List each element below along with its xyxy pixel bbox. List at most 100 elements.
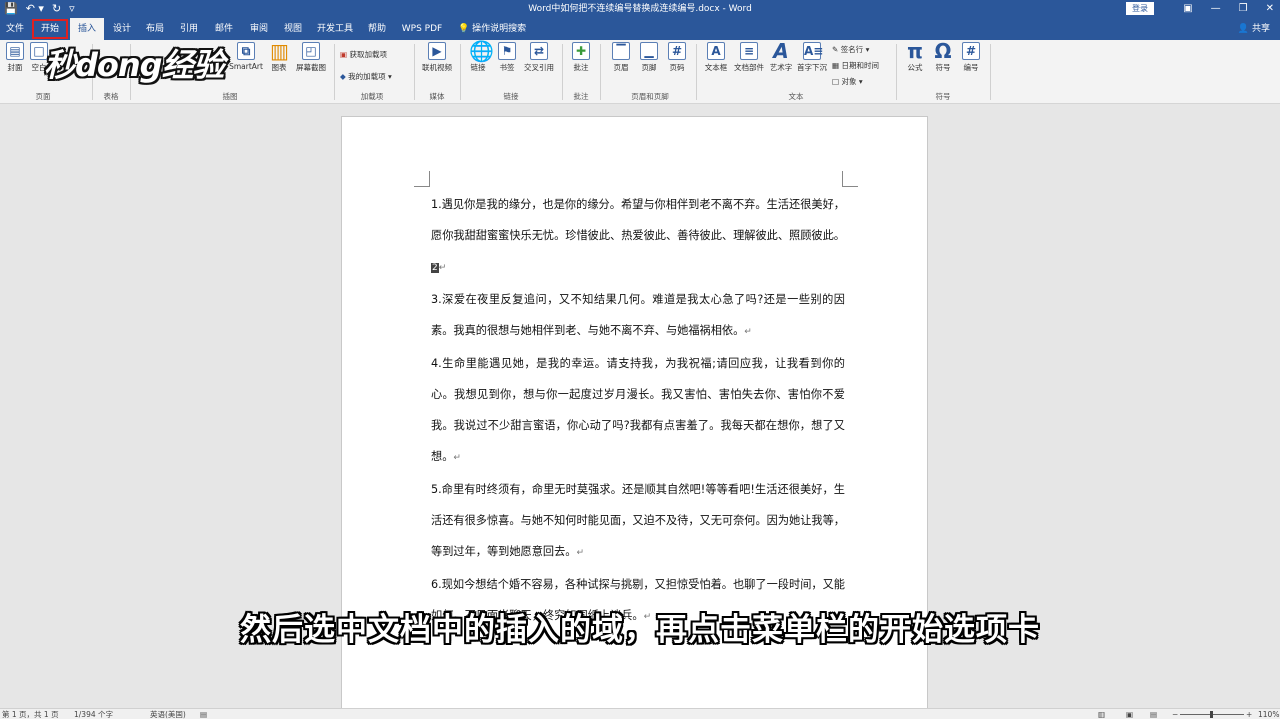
quick-parts-button[interactable]: ≡ 文档部件 — [732, 42, 766, 73]
tab-references[interactable]: 引用 — [174, 18, 204, 40]
tab-layout[interactable]: 布局 — [140, 18, 170, 40]
login-button[interactable]: 登录 — [1126, 2, 1154, 15]
date-time-label: 日期和时间 — [841, 61, 879, 70]
date-time-button[interactable]: ▦ 日期和时间 — [832, 60, 879, 71]
header-label: 页眉 — [613, 63, 629, 72]
language[interactable]: 英语(美国) — [150, 709, 186, 719]
my-addins-button[interactable]: ◆ 我的加载项 ▾ — [340, 71, 392, 82]
cover-page-button[interactable]: ▤ 封面 — [4, 42, 26, 73]
cover-label: 封面 — [7, 63, 23, 72]
paragraph[interactable]: 1.遇见你是我的缘分，也是你的缘分。希望与你相伴到老不离不弃。生活还很美好，愿你… — [431, 189, 845, 284]
screenshot-button[interactable]: ◰ 屏幕截图 — [292, 42, 330, 73]
header-button[interactable]: ▔ 页眉 — [608, 42, 634, 73]
textbox-icon: A — [707, 42, 725, 60]
document-body[interactable]: 1.遇见你是我的缘分，也是你的缘分。希望与你相伴到老不离不弃。生活还很美好，愿你… — [431, 189, 845, 633]
zoom-level[interactable]: 110% — [1258, 709, 1279, 719]
word-count[interactable]: 1/394 个字 — [74, 709, 113, 719]
selected-field[interactable]: 2 — [431, 263, 439, 273]
macro-icon[interactable]: ▤ — [200, 709, 207, 719]
page-number-button[interactable]: # 页码 — [664, 42, 690, 73]
footer-button[interactable]: ▁ 页脚 — [636, 42, 662, 73]
globe-link-icon: 🌐 — [469, 39, 494, 63]
number-icon: # — [962, 42, 980, 60]
smartart-button[interactable]: ⧉ SmartArt — [226, 42, 266, 71]
footer-label: 页脚 — [641, 63, 657, 72]
page-count[interactable]: 第 1 页，共 1 页 — [2, 709, 59, 719]
dropcap-button[interactable]: A≡ 首字下沉 — [796, 42, 828, 73]
tab-mailings[interactable]: 邮件 — [208, 18, 240, 40]
textbox-button[interactable]: A 文本框 — [702, 42, 730, 73]
zoom-in-icon[interactable]: + — [1246, 709, 1252, 719]
number-button[interactable]: # 编号 — [958, 42, 984, 73]
symbol-button[interactable]: Ω 符号 — [930, 41, 956, 73]
equation-button[interactable]: π 公式 — [902, 39, 928, 73]
divider — [990, 44, 991, 100]
bookmark-button[interactable]: ⚑ 书签 — [494, 42, 520, 73]
zoom-slider-thumb[interactable] — [1210, 711, 1213, 718]
chart-button[interactable]: ▥ 图表 — [268, 41, 290, 73]
paragraph-mark: ↵ — [576, 548, 584, 558]
bookmark-label: 书签 — [499, 63, 515, 72]
object-label: 对象 — [841, 77, 857, 86]
pi-icon: π — [907, 39, 923, 63]
help-search[interactable]: 💡 操作说明搜索 — [458, 18, 526, 40]
header-icon: ▔ — [612, 42, 630, 60]
paragraph[interactable]: 3.深爱在夜里反复追问，又不知结果几何。难道是我太心急了吗?还是一些别的因素。我… — [431, 284, 845, 348]
wordart-button[interactable]: A 艺术字 — [768, 41, 794, 73]
signature-label: 签名行 — [840, 45, 864, 54]
footer-icon: ▁ — [640, 42, 658, 60]
tab-home[interactable]: 开始 — [31, 18, 69, 40]
get-addins-button[interactable]: ▣ 获取加载项 — [340, 49, 387, 60]
close-button[interactable]: ✕ — [1266, 0, 1274, 18]
signature-line-button[interactable]: ✎ 签名行 ▾ — [832, 44, 869, 55]
tab-wps-pdf[interactable]: WPS PDF — [398, 18, 446, 40]
quick-parts-label: 文档部件 — [734, 63, 764, 72]
tab-review[interactable]: 审阅 — [244, 18, 274, 40]
cross-reference-button[interactable]: ⇄ 交叉引用 — [522, 42, 556, 73]
group-media: 媒体 — [429, 92, 445, 101]
paragraph-text: 4.生命里能遇见她，是我的幸运。请支持我，为我祝福;请回应我，让我看到你的心。我… — [431, 357, 845, 463]
comment-label: 批注 — [573, 63, 589, 72]
document-title: Word中如何把不连续编号替换成连续编号.docx - Word — [528, 4, 752, 14]
share-button[interactable]: 👤 共享 — [1238, 18, 1270, 40]
calendar-icon: ▦ — [832, 61, 840, 70]
tab-view[interactable]: 视图 — [278, 18, 308, 40]
margin-corner-mark — [842, 171, 858, 187]
object-button[interactable]: □ 对象 ▾ — [832, 76, 863, 87]
tab-insert[interactable]: 插入 — [70, 18, 104, 40]
paragraph-mark: ↵ — [453, 453, 461, 463]
tab-help[interactable]: 帮助 — [362, 18, 392, 40]
help-search-label: 操作说明搜索 — [472, 24, 527, 34]
dropcap-icon: A≡ — [803, 42, 824, 60]
user-icon: 👤 — [1237, 24, 1250, 34]
link-label: 链接 — [470, 63, 486, 72]
page-number-label: 页码 — [669, 63, 685, 72]
cover-page-icon: ▤ — [6, 42, 24, 60]
quick-parts-icon: ≡ — [740, 42, 758, 60]
page-number-icon: # — [668, 42, 686, 60]
minimize-button[interactable]: — — [1211, 0, 1221, 18]
print-layout-icon[interactable]: ▣ — [1126, 709, 1133, 719]
group-illustrations: 插图 — [222, 92, 238, 101]
web-layout-icon[interactable]: ▤ — [1150, 709, 1157, 719]
read-mode-icon[interactable]: ▥ — [1098, 709, 1105, 719]
dropcap-label: 首字下沉 — [797, 63, 827, 72]
smartart-label: SmartArt — [229, 62, 263, 71]
restore-button[interactable]: ❐ — [1239, 0, 1248, 18]
tab-file[interactable]: 文件 — [2, 18, 28, 40]
paragraph-text: 5.命里有时终须有，命里无时莫强求。还是顺其自然吧!等等看吧!生活还很美好，生活… — [431, 483, 845, 558]
divider — [562, 44, 563, 100]
paragraph[interactable]: 4.生命里能遇见她，是我的幸运。请支持我，为我祝福;请回应我，让我看到你的心。我… — [431, 348, 845, 474]
video-subtitle: 然后选中文档中的插入的域，再点击菜单栏的开始选项卡 — [240, 612, 1040, 648]
ribbon-display-icon[interactable]: ▣ — [1183, 0, 1192, 18]
paragraph[interactable]: 5.命里有时终须有，命里无时莫强求。还是顺其自然吧!等等看吧!生活还很美好，生活… — [431, 474, 845, 569]
tab-developer[interactable]: 开发工具 — [312, 18, 358, 40]
divider — [896, 44, 897, 100]
link-button[interactable]: 🌐 链接 — [466, 39, 494, 73]
group-text: 文本 — [788, 92, 804, 101]
zoom-out-icon[interactable]: − — [1172, 709, 1178, 719]
symbol-label: 符号 — [935, 63, 951, 72]
comment-button[interactable]: ✚ 批注 — [568, 42, 594, 73]
tab-design[interactable]: 设计 — [108, 18, 136, 40]
online-video-button[interactable]: ▶ 联机视频 — [418, 42, 456, 73]
